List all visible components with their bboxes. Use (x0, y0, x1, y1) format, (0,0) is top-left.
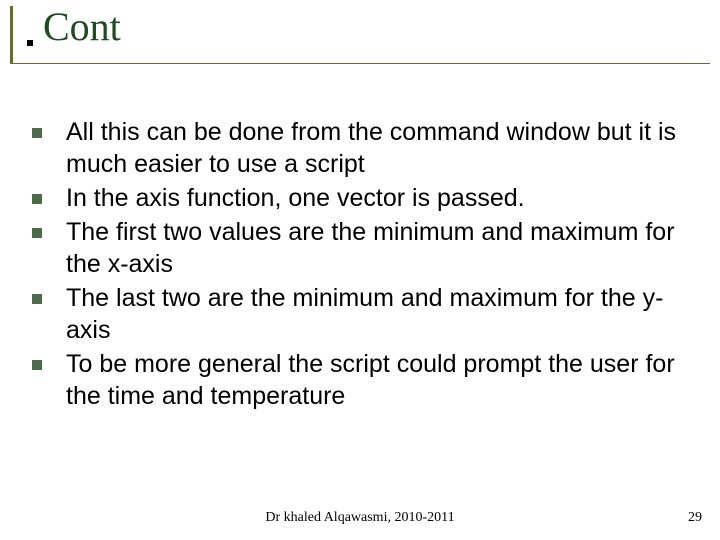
square-bullet-icon (32, 360, 42, 370)
footer-author: Dr khaled Alqawasmi, 2010-2011 (0, 510, 720, 526)
square-bullet-icon (32, 128, 42, 138)
title-container: Cont (10, 6, 710, 64)
list-item: To be more general the script could prom… (32, 348, 688, 412)
list-item-text: To be more general the script could prom… (66, 348, 688, 412)
title-leading-dot-icon (27, 40, 33, 46)
page-number: 29 (688, 510, 702, 526)
list-item-text: The first two values are the minimum and… (66, 216, 688, 280)
list-item: The first two values are the minimum and… (32, 216, 688, 280)
list-item-text: In the axis function, one vector is pass… (66, 182, 688, 214)
list-item: All this can be done from the command wi… (32, 116, 688, 180)
slide: Cont All this can be done from the comma… (0, 0, 720, 540)
square-bullet-icon (32, 194, 42, 204)
body-list: All this can be done from the command wi… (32, 116, 688, 414)
list-item-text: The last two are the minimum and maximum… (66, 282, 688, 346)
square-bullet-icon (32, 294, 42, 304)
square-bullet-icon (32, 228, 42, 238)
list-item: The last two are the minimum and maximum… (32, 282, 688, 346)
list-item-text: All this can be done from the command wi… (66, 116, 688, 180)
slide-title: Cont (27, 6, 710, 48)
list-item: In the axis function, one vector is pass… (32, 182, 688, 214)
